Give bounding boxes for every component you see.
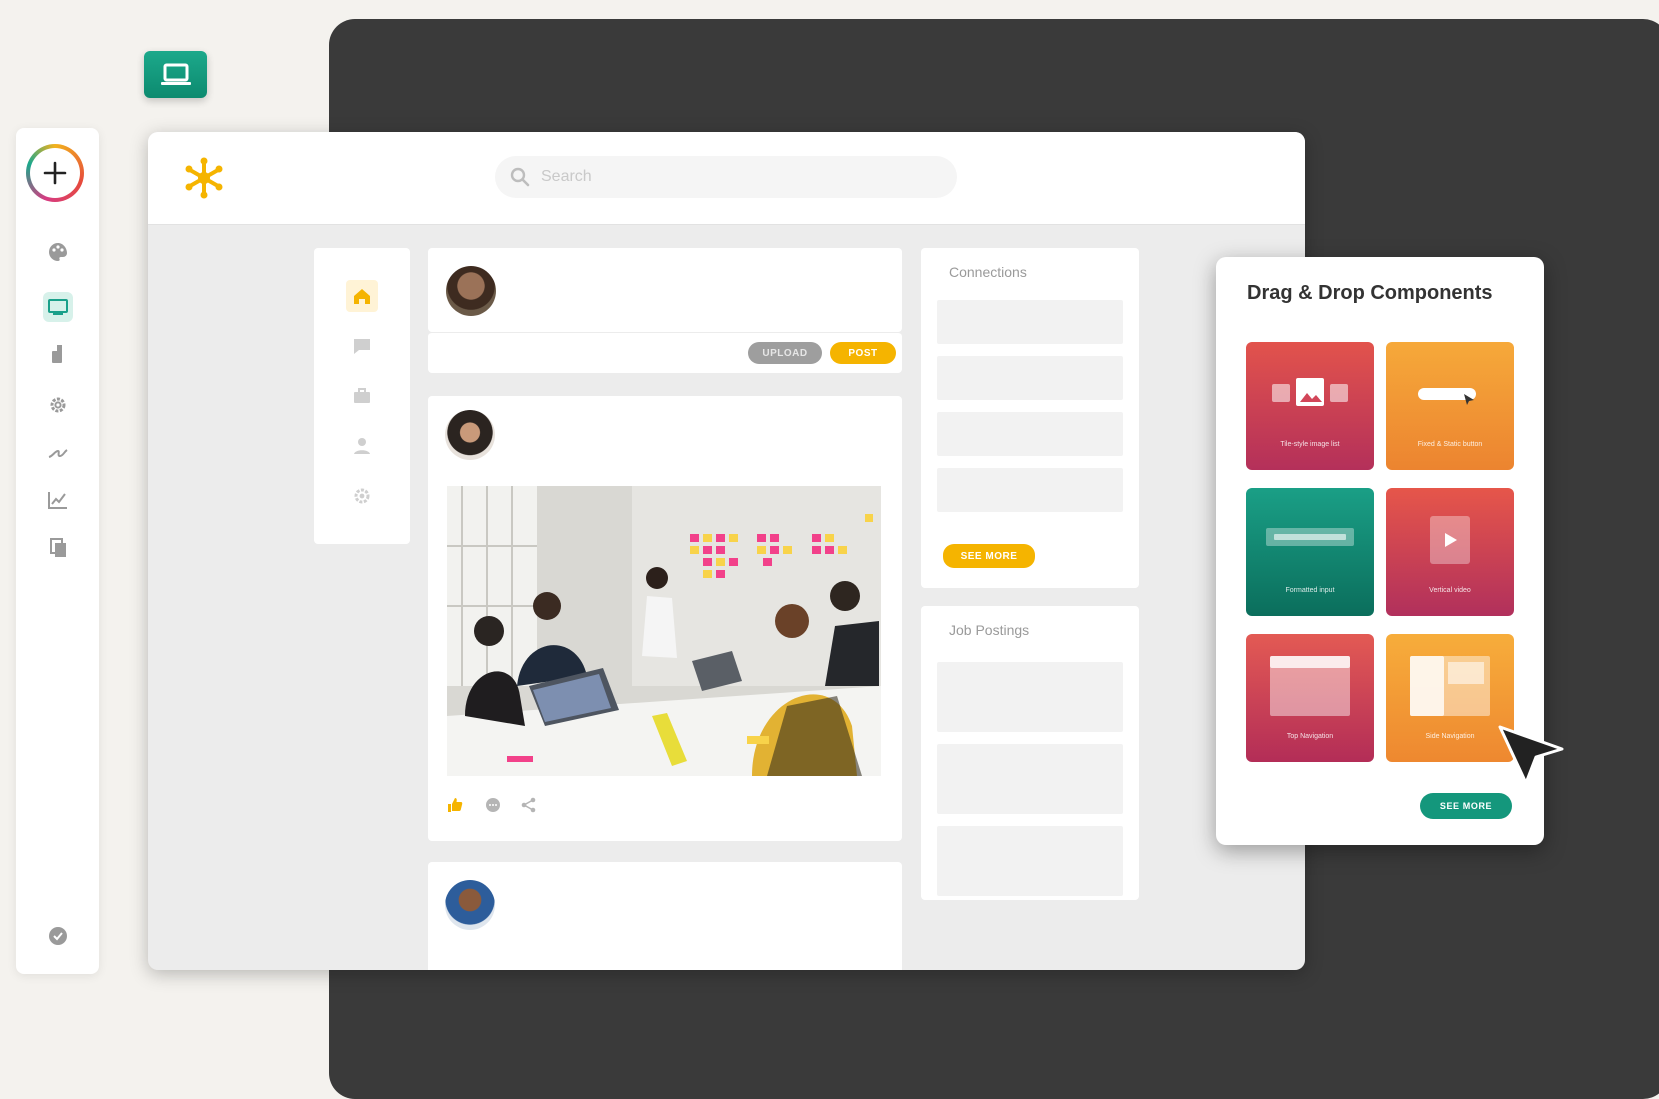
- tile-formatted-input[interactable]: Formatted input: [1246, 488, 1374, 616]
- side-nav-layout-icon: [1410, 656, 1490, 716]
- gear-icon[interactable]: [47, 394, 69, 416]
- pages-icon[interactable]: [47, 537, 69, 559]
- search-bar[interactable]: Search: [495, 156, 957, 198]
- drag-drop-components-panel: Drag & Drop Components Tile-style image …: [1216, 257, 1544, 845]
- briefcase-icon[interactable]: [350, 384, 374, 408]
- search-icon: [510, 167, 530, 187]
- avatar[interactable]: [445, 880, 495, 930]
- connection-placeholder: [937, 300, 1123, 344]
- builder-sidebar: [16, 128, 99, 974]
- person-icon[interactable]: [350, 434, 374, 458]
- tile-label: Tile-style image list: [1280, 441, 1340, 448]
- app-badge-laptop-icon[interactable]: [144, 51, 207, 98]
- paint-bucket-icon[interactable]: [47, 343, 69, 365]
- tile-label: Fixed & Static button: [1417, 441, 1483, 448]
- feed-nav: [314, 248, 410, 544]
- video-play-icon: [1430, 516, 1470, 564]
- tile-fixed-static-button[interactable]: Fixed & Static button: [1386, 342, 1514, 470]
- meeting-photo-image: [447, 486, 881, 776]
- tile-label: Top Navigation: [1286, 733, 1334, 740]
- panel-title: Drag & Drop Components: [1247, 282, 1493, 304]
- top-bar: Search: [148, 132, 1305, 225]
- chart-icon[interactable]: [47, 489, 69, 511]
- feed-post: [428, 396, 902, 841]
- feed-post: [428, 862, 902, 970]
- tile-top-navigation[interactable]: Top Navigation: [1246, 634, 1374, 762]
- composer-actions: UPLOAD POST: [428, 332, 902, 373]
- palette-icon[interactable]: [47, 241, 69, 263]
- job-postings-title: Job Postings: [949, 622, 1030, 638]
- tile-label: Vertical video: [1429, 587, 1471, 594]
- help-icon[interactable]: [47, 925, 69, 947]
- tile-label: Side Navigation: [1425, 733, 1475, 740]
- settings-icon[interactable]: [350, 484, 374, 508]
- image-list-icon: [1272, 378, 1348, 406]
- post-composer: [428, 248, 902, 332]
- button-icon: [1418, 388, 1476, 405]
- app-preview-window: Search UPLOAD POST Connections SEE MORE …: [148, 132, 1305, 970]
- input-field-icon: [1266, 528, 1354, 546]
- post-button[interactable]: POST: [830, 342, 896, 364]
- tile-side-navigation[interactable]: Side Navigation: [1386, 634, 1514, 762]
- job-placeholder: [937, 826, 1123, 896]
- see-more-button[interactable]: SEE MORE: [943, 544, 1035, 568]
- add-component-button[interactable]: [26, 144, 84, 202]
- top-nav-layout-icon: [1270, 656, 1350, 716]
- tile-label: Formatted input: [1285, 587, 1335, 594]
- connection-placeholder: [937, 412, 1123, 456]
- post-photo[interactable]: [447, 486, 881, 776]
- share-icon[interactable]: [520, 796, 542, 818]
- comment-icon[interactable]: [484, 796, 506, 818]
- screen-icon[interactable]: [43, 292, 73, 322]
- job-placeholder: [937, 744, 1123, 814]
- tile-vertical-video[interactable]: Vertical video: [1386, 488, 1514, 616]
- avatar[interactable]: [445, 410, 495, 460]
- brand-logo[interactable]: [182, 156, 226, 205]
- connections-card: Connections SEE MORE: [921, 248, 1139, 588]
- job-placeholder: [937, 662, 1123, 732]
- signature-icon[interactable]: [47, 442, 69, 464]
- connections-title: Connections: [949, 264, 1027, 280]
- mouse-pointer-icon: [1496, 723, 1566, 800]
- job-postings-card: Job Postings: [921, 606, 1139, 900]
- plus-icon: [43, 161, 67, 185]
- avatar[interactable]: [446, 266, 496, 316]
- thumbs-up-icon[interactable]: [446, 796, 468, 818]
- connection-placeholder: [937, 468, 1123, 512]
- tile-image-list[interactable]: Tile-style image list: [1246, 342, 1374, 470]
- chat-icon[interactable]: [350, 334, 374, 358]
- search-placeholder: Search: [541, 168, 592, 185]
- upload-button[interactable]: UPLOAD: [748, 342, 822, 364]
- connection-placeholder: [937, 356, 1123, 400]
- home-icon[interactable]: [346, 280, 378, 312]
